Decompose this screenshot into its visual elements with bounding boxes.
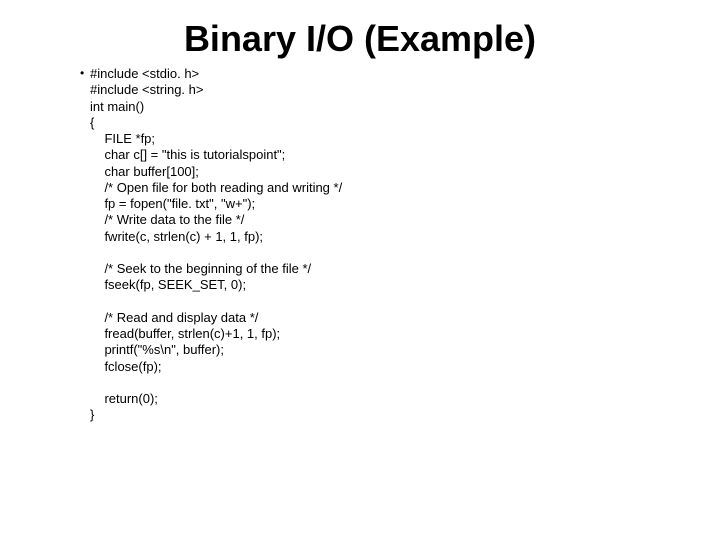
bullet-glyph: • [80, 66, 90, 82]
slide-title: Binary I/O (Example) [40, 0, 680, 66]
bullet-item: • #include <stdio. h> #include <string. … [80, 66, 680, 424]
slide-body: • #include <stdio. h> #include <string. … [80, 66, 680, 424]
code-block: #include <stdio. h> #include <string. h>… [90, 66, 342, 424]
slide: Binary I/O (Example) • #include <stdio. … [0, 0, 720, 540]
